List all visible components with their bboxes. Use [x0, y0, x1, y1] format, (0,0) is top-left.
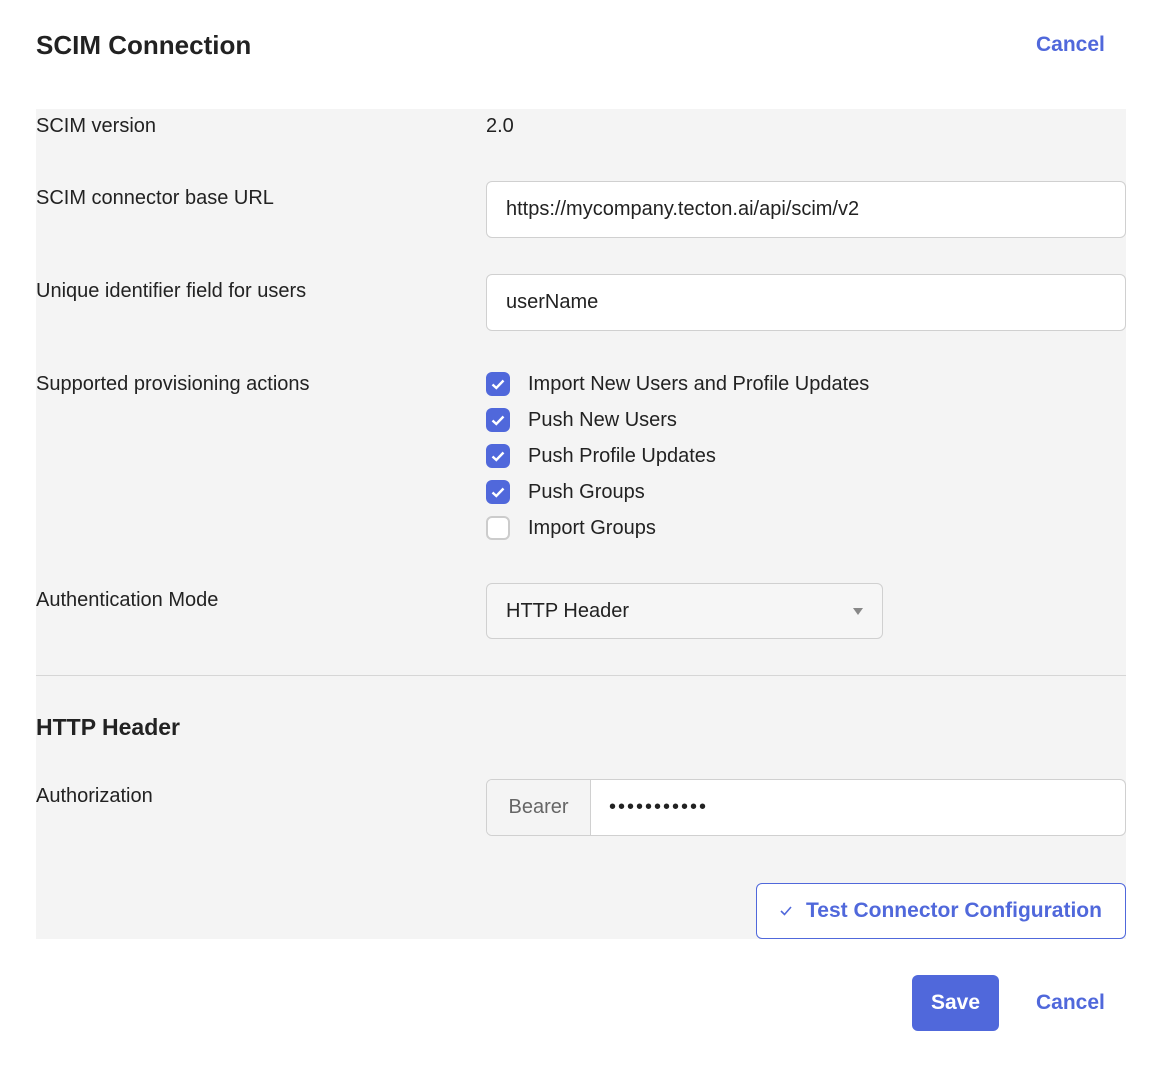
checkbox-item[interactable]: Import New Users and Profile Updates [486, 372, 869, 396]
checkbox-label: Import Groups [528, 516, 656, 539]
check-icon [780, 906, 792, 916]
scim-version-value: 2.0 [486, 115, 514, 137]
checkbox-item[interactable]: Push New Users [486, 408, 677, 432]
test-connector-label: Test Connector Configuration [806, 899, 1102, 922]
unique-id-label: Unique identifier field for users [36, 280, 307, 302]
unique-id-value: userName [506, 291, 599, 313]
checkbox-label: Import New Users and Profile Updates [528, 372, 870, 395]
authorization-label: Authorization [36, 785, 153, 807]
base-url-input[interactable]: https://mycompany.tecton.ai/api/scim/v2 [486, 181, 1126, 238]
save-button[interactable]: Save [912, 975, 999, 1031]
checkbox-checked-icon[interactable] [486, 480, 510, 504]
authorization-input[interactable]: ••••••••••• [591, 780, 1125, 835]
checkbox-item[interactable]: Import Groups [486, 516, 656, 540]
checkbox-unchecked-icon[interactable] [486, 516, 510, 540]
provisioning-label: Supported provisioning actions [36, 373, 310, 395]
base-url-label: SCIM connector base URL [36, 187, 274, 209]
base-url-value: https://mycompany.tecton.ai/api/scim/v2 [506, 198, 860, 220]
checkbox-checked-icon[interactable] [486, 444, 510, 468]
authorization-field: Bearer ••••••••••• [486, 779, 1126, 836]
checkbox-label: Push Groups [528, 480, 645, 503]
scim-version-label: SCIM version [36, 115, 157, 137]
unique-id-input[interactable]: userName [486, 274, 1126, 331]
page-title: SCIM Connection [36, 30, 252, 60]
divider [36, 675, 1126, 676]
checkbox-item[interactable]: Push Profile Updates [486, 444, 716, 468]
cancel-button[interactable]: Cancel [1036, 991, 1105, 1015]
header-cancel-link[interactable]: Cancel [1036, 33, 1105, 57]
http-header-title: HTTP Header [36, 714, 181, 740]
auth-mode-label: Authentication Mode [36, 589, 219, 611]
checkbox-checked-icon[interactable] [486, 372, 510, 396]
checkbox-item[interactable]: Push Groups [486, 480, 645, 504]
checkbox-label: Push New Users [528, 408, 677, 431]
caret-down-icon [853, 607, 863, 615]
test-connector-button[interactable]: Test Connector Configuration [756, 883, 1126, 939]
checkbox-checked-icon[interactable] [486, 408, 510, 432]
auth-mode-select[interactable]: HTTP Header [486, 583, 883, 639]
auth-mode-value: HTTP Header [506, 599, 630, 622]
checkbox-label: Push Profile Updates [528, 444, 716, 467]
bearer-prefix: Bearer [487, 780, 591, 835]
